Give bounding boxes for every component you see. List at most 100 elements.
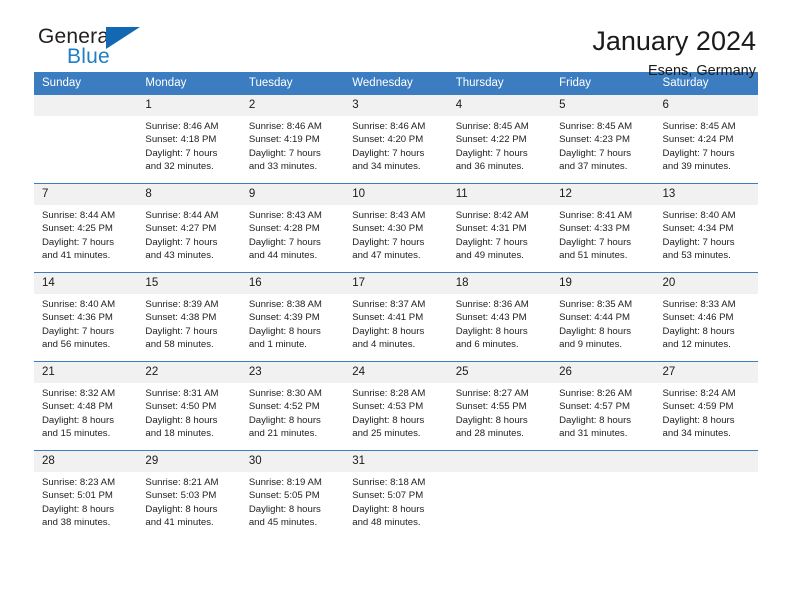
calendar-cell-day[interactable]: 13 Sunrise: 8:40 AM Sunset: 4:34 PM Dayligh… [654, 183, 758, 273]
day-details: Sunrise: 8:43 AM Sunset: 4:28 PM Daylight:… [241, 205, 344, 263]
daylight-text-line1: Daylight: 7 hours [248, 147, 321, 159]
calendar-cell-day[interactable]: 5 Sunrise: 8:45 AM Sunset: 4:23 PM Daylight… [551, 95, 655, 184]
sunrise-text: Sunrise: 8:45 AM [662, 121, 736, 132]
brand-name-blue: Blue [67, 45, 110, 68]
sunrise-text: Sunrise: 8:40 AM [42, 299, 116, 310]
calendar-cell-day[interactable]: 19 Sunrise: 8:35 AM Sunset: 4:44 PM Dayligh… [551, 272, 655, 362]
calendar-week-row: 28 Sunrise: 8:23 AM Sunset: 5:01 PM Dayligh… [34, 450, 758, 539]
daylight-text-line2: and 37 minutes. [559, 161, 628, 173]
day-number: 28 [34, 451, 138, 472]
calendar-cell-day[interactable]: 10 Sunrise: 8:43 AM Sunset: 4:30 PM Dayligh… [344, 183, 448, 273]
calendar-cell-day[interactable]: 3 Sunrise: 8:46 AM Sunset: 4:20 PM Daylight… [344, 95, 448, 184]
day-details: Sunrise: 8:42 AM Sunset: 4:31 PM Daylight:… [448, 205, 551, 263]
calendar-cell-day[interactable]: 15 Sunrise: 8:39 AM Sunset: 4:38 PM Dayligh… [137, 272, 241, 362]
calendar-cell-day[interactable]: 28 Sunrise: 8:23 AM Sunset: 5:01 PM Dayligh… [34, 450, 138, 539]
calendar-cell-day[interactable]: 21 Sunrise: 8:32 AM Sunset: 4:48 PM Dayligh… [34, 361, 138, 451]
sunset-text: Sunset: 4:27 PM [145, 223, 217, 235]
day-number: 25 [447, 362, 552, 383]
daylight-text-line1: Daylight: 8 hours [662, 325, 735, 337]
day-number: 12 [551, 184, 655, 205]
daylight-text-line1: Daylight: 7 hours [42, 236, 114, 248]
daylight-text-line1: Daylight: 7 hours [455, 236, 528, 248]
calendar-body: 1 Sunrise: 8:46 AM Sunset: 4:18 PM Daylight… [34, 95, 758, 539]
day-cell: 30 Sunrise: 8:19 AM Sunset: 5:05 PM Dayligh… [240, 451, 345, 539]
day-details: Sunrise: 8:45 AM Sunset: 4:22 PM Daylight:… [448, 116, 551, 174]
day-number: 20 [654, 273, 758, 294]
daylight-text-line1: Daylight: 8 hours [42, 414, 114, 426]
sunrise-text: Sunrise: 8:18 AM [352, 477, 426, 488]
calendar-cell-day[interactable]: 20 Sunrise: 8:33 AM Sunset: 4:46 PM Dayligh… [654, 272, 758, 362]
day-details: Sunrise: 8:32 AM Sunset: 4:48 PM Daylight:… [34, 383, 137, 441]
sunset-text: Sunset: 4:44 PM [559, 312, 631, 324]
calendar-page: General Blue January 2024 Esens, Germany… [0, 0, 792, 612]
daylight-text-line2: and 36 minutes. [455, 161, 524, 173]
calendar-cell-day[interactable]: 16 Sunrise: 8:38 AM Sunset: 4:39 PM Dayligh… [240, 272, 345, 362]
calendar-cell-day[interactable]: 22 Sunrise: 8:31 AM Sunset: 4:50 PM Dayligh… [137, 361, 241, 451]
calendar-cell-day[interactable]: 27 Sunrise: 8:24 AM Sunset: 4:59 PM Dayligh… [654, 361, 758, 451]
calendar-cell-day[interactable]: 24 Sunrise: 8:28 AM Sunset: 4:53 PM Dayligh… [344, 361, 448, 451]
day-number [34, 95, 138, 116]
calendar-cell-day[interactable]: 17 Sunrise: 8:37 AM Sunset: 4:41 PM Dayligh… [344, 272, 448, 362]
page-header: General Blue January 2024 Esens, Germany [34, 0, 758, 80]
day-cell: 13 Sunrise: 8:40 AM Sunset: 4:34 PM Dayligh… [654, 184, 758, 272]
day-details: Sunrise: 8:27 AM Sunset: 4:55 PM Daylight:… [448, 383, 551, 441]
brand-logo: General Blue [34, 26, 204, 80]
daylight-text-line1: Daylight: 7 hours [352, 147, 425, 159]
sunset-text: Sunset: 4:59 PM [662, 401, 734, 413]
day-details: Sunrise: 8:46 AM Sunset: 4:19 PM Daylight:… [241, 116, 344, 174]
calendar-cell-day[interactable]: 6 Sunrise: 8:45 AM Sunset: 4:24 PM Daylight… [654, 95, 758, 184]
calendar-cell-day[interactable]: 11 Sunrise: 8:42 AM Sunset: 4:31 PM Dayligh… [447, 183, 552, 273]
calendar-cell-day[interactable]: 25 Sunrise: 8:27 AM Sunset: 4:55 PM Dayligh… [447, 361, 552, 451]
calendar-cell-day[interactable]: 29 Sunrise: 8:21 AM Sunset: 5:03 PM Dayligh… [137, 450, 241, 539]
daylight-text-line1: Daylight: 7 hours [662, 147, 735, 159]
triangle-icon [106, 27, 140, 49]
daylight-text-line1: Daylight: 8 hours [145, 503, 218, 515]
day-cell: 12 Sunrise: 8:41 AM Sunset: 4:33 PM Dayligh… [551, 184, 655, 272]
calendar-cell-day[interactable]: 26 Sunrise: 8:26 AM Sunset: 4:57 PM Dayligh… [551, 361, 655, 451]
daylight-text-line2: and 38 minutes. [42, 517, 111, 529]
day-number: 18 [447, 273, 552, 294]
day-number: 19 [551, 273, 655, 294]
calendar-cell-day[interactable]: 9 Sunrise: 8:43 AM Sunset: 4:28 PM Daylight… [240, 183, 345, 273]
calendar-cell-day[interactable]: 14 Sunrise: 8:40 AM Sunset: 4:36 PM Dayligh… [34, 272, 138, 362]
sunset-text: Sunset: 4:36 PM [42, 312, 113, 324]
day-number: 3 [344, 95, 448, 116]
day-details: Sunrise: 8:37 AM Sunset: 4:41 PM Daylight:… [344, 294, 447, 352]
calendar-cell-day[interactable]: 1 Sunrise: 8:46 AM Sunset: 4:18 PM Daylight… [137, 95, 241, 184]
day-details: Sunrise: 8:18 AM Sunset: 5:07 PM Daylight:… [344, 472, 447, 530]
day-cell: 19 Sunrise: 8:35 AM Sunset: 4:44 PM Dayligh… [551, 273, 655, 361]
calendar-cell-empty [447, 450, 552, 539]
sunset-text: Sunset: 4:39 PM [248, 312, 320, 324]
day-number: 9 [240, 184, 345, 205]
daylight-text-line1: Daylight: 8 hours [248, 325, 321, 337]
daylight-text-line2: and 53 minutes. [662, 250, 731, 262]
day-cell: 9 Sunrise: 8:43 AM Sunset: 4:28 PM Daylight… [240, 184, 345, 272]
daylight-text-line1: Daylight: 8 hours [352, 503, 425, 515]
day-cell: 5 Sunrise: 8:45 AM Sunset: 4:23 PM Daylight… [551, 95, 655, 183]
day-cell: 1 Sunrise: 8:46 AM Sunset: 4:18 PM Daylight… [137, 95, 241, 183]
sunrise-text: Sunrise: 8:46 AM [352, 121, 426, 132]
daylight-text-line2: and 39 minutes. [662, 161, 731, 173]
day-number: 31 [344, 451, 448, 472]
calendar-cell-day[interactable]: 23 Sunrise: 8:30 AM Sunset: 4:52 PM Dayligh… [240, 361, 345, 451]
daylight-text-line2: and 56 minutes. [42, 339, 111, 351]
day-number: 5 [551, 95, 655, 116]
calendar-cell-day[interactable]: 18 Sunrise: 8:36 AM Sunset: 4:43 PM Dayligh… [447, 272, 552, 362]
calendar-cell-day[interactable]: 7 Sunrise: 8:44 AM Sunset: 4:25 PM Daylight… [34, 183, 138, 273]
daylight-text-line2: and 48 minutes. [352, 517, 421, 529]
calendar-cell-day[interactable]: 31 Sunrise: 8:18 AM Sunset: 5:07 PM Dayligh… [344, 450, 448, 539]
calendar-cell-day[interactable]: 4 Sunrise: 8:45 AM Sunset: 4:22 PM Daylight… [447, 95, 552, 184]
day-cell: 3 Sunrise: 8:46 AM Sunset: 4:20 PM Daylight… [344, 95, 448, 183]
calendar-cell-day[interactable]: 2 Sunrise: 8:46 AM Sunset: 4:19 PM Daylight… [240, 95, 345, 184]
day-details: Sunrise: 8:36 AM Sunset: 4:43 PM Daylight:… [448, 294, 551, 352]
calendar-cell-day[interactable]: 8 Sunrise: 8:44 AM Sunset: 4:27 PM Daylight… [137, 183, 241, 273]
calendar-cell-day[interactable]: 12 Sunrise: 8:41 AM Sunset: 4:33 PM Dayligh… [551, 183, 655, 273]
sunrise-text: Sunrise: 8:42 AM [455, 210, 529, 221]
sunrise-text: Sunrise: 8:32 AM [42, 388, 116, 399]
calendar-cell-day[interactable]: 30 Sunrise: 8:19 AM Sunset: 5:05 PM Dayligh… [240, 450, 345, 539]
day-cell: 26 Sunrise: 8:26 AM Sunset: 4:57 PM Dayligh… [551, 362, 655, 450]
calendar-table: Sunday Monday Tuesday Wednesday Thursday… [34, 72, 758, 539]
daylight-text-line2: and 15 minutes. [42, 428, 111, 440]
daylight-text-line2: and 51 minutes. [559, 250, 628, 262]
daylight-text-line1: Daylight: 8 hours [145, 414, 218, 426]
